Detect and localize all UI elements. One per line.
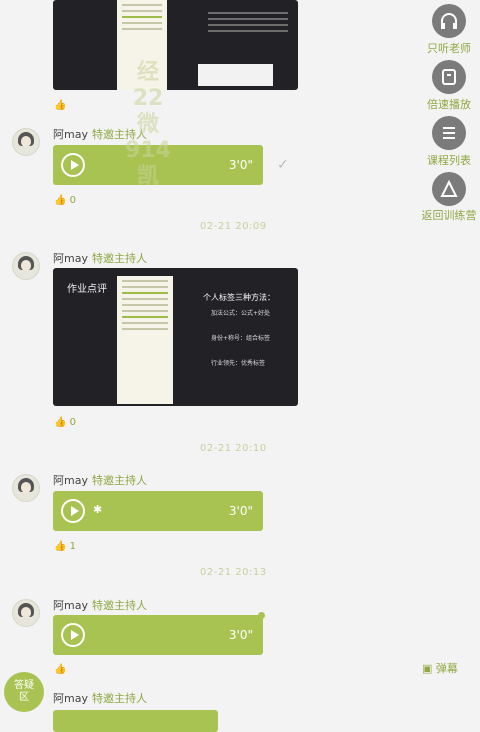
speed-icon[interactable]	[432, 60, 466, 94]
list-icon[interactable]	[432, 116, 466, 150]
back-training-label[interactable]: 返回训练营	[414, 207, 480, 223]
sender-line: 阿may 特邀主持人	[53, 250, 147, 266]
sender-name: 阿may	[53, 692, 88, 705]
qa-badge[interactable]: 答疑 区	[4, 672, 44, 712]
like-count: 0	[69, 195, 77, 206]
card-text-lines	[203, 8, 293, 36]
sender-role: 特邀主持人	[91, 599, 147, 612]
like-count: 0	[69, 417, 77, 428]
timestamp: 02-21 20:10	[200, 443, 267, 454]
avatar[interactable]	[12, 252, 40, 280]
sender-role: 特邀主持人	[91, 252, 147, 265]
card-title: 作业点评	[67, 284, 107, 295]
voice-duration: 3'0"	[228, 504, 253, 518]
avatar[interactable]	[12, 128, 40, 156]
sender-line: 阿may 特邀主持人	[53, 690, 147, 706]
speed-play-label[interactable]: 倍速播放	[414, 96, 480, 112]
sender-role: 特邀主持人	[91, 474, 147, 487]
sender-name: 阿may	[53, 252, 88, 265]
unread-dot	[258, 612, 265, 619]
danmu-label: 弹幕	[435, 662, 458, 675]
like-count: 1	[69, 541, 77, 552]
qr-box	[198, 64, 273, 86]
sender-line: 阿may 特邀主持人	[53, 472, 147, 488]
card-item: 行业领先：优秀标签	[211, 360, 266, 367]
like-icon[interactable]: 👍	[54, 100, 66, 111]
timestamp: 02-21 20:09	[200, 221, 267, 232]
sender-name: 阿may	[53, 599, 88, 612]
voice-duration: 3'0"	[228, 628, 253, 642]
sender-line: 阿may 特邀主持人	[53, 597, 147, 613]
avatar[interactable]	[12, 599, 40, 627]
danmu-icon: ▣	[422, 662, 433, 675]
card-item: 加法公式：公式+好处	[211, 310, 271, 317]
read-check-icon: ✓	[277, 157, 289, 173]
play-icon[interactable]	[61, 623, 85, 647]
listen-teacher-label[interactable]: 只听老师	[414, 40, 480, 56]
voice-message[interactable]: 3'0"	[53, 615, 263, 655]
voice-message[interactable]	[53, 710, 218, 732]
voice-duration: 3'0"	[228, 158, 253, 172]
headphones-icon[interactable]	[432, 4, 466, 38]
like-button[interactable]: 👍 0	[54, 417, 76, 428]
like-icon[interactable]: 👍	[54, 664, 66, 675]
document-thumbnail	[117, 276, 173, 404]
pause-icon[interactable]	[61, 499, 85, 523]
play-icon[interactable]	[61, 153, 85, 177]
course-list-label[interactable]: 课程列表	[414, 152, 480, 168]
timestamp: 02-21 20:13	[200, 567, 267, 578]
image-message-2[interactable]: 作业点评 个人标签三种方法： 加法公式：公式+好处 身份+称号：组合标签 行业领…	[53, 268, 298, 406]
watermark: 经 22 微 914 凯	[125, 60, 171, 189]
card-heading: 个人标签三种方法：	[203, 293, 275, 302]
voice-message-playing[interactable]: ✱ 3'0"	[53, 491, 263, 531]
sender-name: 阿may	[53, 474, 88, 487]
camp-icon[interactable]	[432, 172, 466, 206]
like-button[interactable]: 👍 1	[54, 541, 76, 552]
danmu-toggle[interactable]: ▣ 弹幕	[422, 660, 458, 676]
sender-name: 阿may	[53, 128, 88, 141]
card-item: 身份+称号：组合标签	[211, 335, 271, 342]
avatar[interactable]	[12, 474, 40, 502]
wave-icon: ✱	[93, 503, 103, 516]
sender-role: 特邀主持人	[91, 692, 147, 705]
like-button[interactable]: 👍 0	[54, 195, 76, 206]
